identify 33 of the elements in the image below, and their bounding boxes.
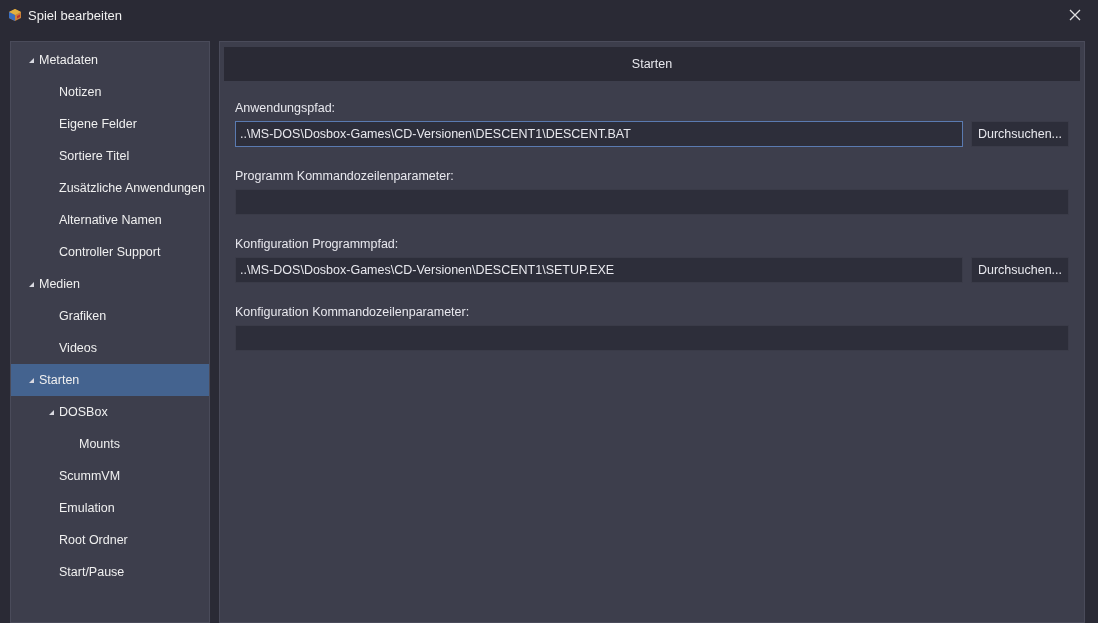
tree-item[interactable]: Root Ordner xyxy=(11,524,209,556)
tree-item[interactable]: DOSBox xyxy=(11,396,209,428)
section-header: Starten xyxy=(224,47,1080,81)
tree-item[interactable]: Zusätzliche Anwendungen xyxy=(11,172,209,204)
expand-arrow-icon[interactable] xyxy=(28,281,34,287)
tree-item[interactable]: Sortiere Titel xyxy=(11,140,209,172)
tree-item[interactable]: Starten xyxy=(11,364,209,396)
path-field[interactable]: ..\MS-DOS\Dosbox-Games\CD-Versionen\DESCENT1\DESCENT.BAT xyxy=(235,121,963,147)
tree-item[interactable]: Controller Support xyxy=(11,236,209,268)
path-field[interactable]: ..\MS-DOS\Dosbox-Games\CD-Versionen\DESCENT1\SETUP.EXE xyxy=(235,257,963,283)
app-logo-icon xyxy=(8,8,22,22)
tree-item[interactable]: Videos xyxy=(11,332,209,364)
field-label: Anwendungspfad: xyxy=(235,100,337,117)
browse-button[interactable]: Durchsuchen... xyxy=(971,121,1069,147)
tree-item[interactable]: ScummVM xyxy=(11,460,209,492)
expand-arrow-icon[interactable] xyxy=(28,377,34,383)
tree-item[interactable]: Grafiken xyxy=(11,300,209,332)
tree-item[interactable]: Mounts xyxy=(11,428,209,460)
browse-button[interactable]: Durchsuchen... xyxy=(971,257,1069,283)
tree-item[interactable]: Alternative Namen xyxy=(11,204,209,236)
field-label: Konfiguration Kommandozeilenparameter: xyxy=(235,304,471,321)
tree-item[interactable]: Start/Pause xyxy=(11,556,209,588)
tree-item[interactable]: Metadaten xyxy=(11,44,209,76)
field-label: Konfiguration Programmpfad: xyxy=(235,236,400,253)
tree-item[interactable]: Medien xyxy=(11,268,209,300)
tree-item[interactable]: Eigene Felder xyxy=(11,108,209,140)
window-title: Spiel bearbeiten xyxy=(28,7,122,23)
tree-item[interactable]: Notizen xyxy=(11,76,209,108)
close-icon[interactable] xyxy=(1069,9,1081,21)
tree-item[interactable]: Emulation xyxy=(11,492,209,524)
field-label: Programm Kommandozeilenparameter: xyxy=(235,168,455,185)
expand-arrow-icon[interactable] xyxy=(48,409,54,415)
expand-arrow-icon[interactable] xyxy=(28,57,34,63)
